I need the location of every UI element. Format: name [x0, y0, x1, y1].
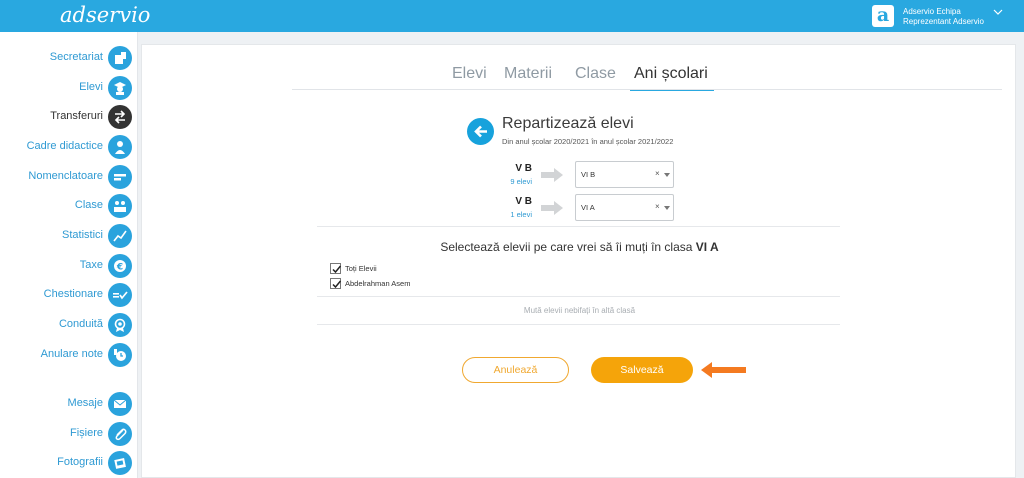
source-class-count: 9 elevi: [510, 177, 532, 186]
target-class-select[interactable]: VI A ×: [575, 194, 674, 221]
sidebar-item-label: Mesaje: [67, 397, 103, 409]
select-students-message: Selectează elevii pe care vrei să îi muț…: [142, 240, 1017, 254]
source-class-count: 1 elevi: [510, 210, 532, 219]
clear-icon[interactable]: ×: [655, 202, 660, 211]
top-bar: adservio a Adservio Echipa Reprezentant …: [0, 0, 1024, 32]
sidebar-item-label: Taxe: [79, 259, 103, 271]
page-title: Repartizează elevi: [502, 115, 634, 132]
nomenclature-icon: [108, 165, 132, 189]
conduct-icon: [108, 313, 132, 337]
sidebar-item-label: Fișiere: [69, 427, 103, 439]
caret-down-icon[interactable]: [664, 206, 670, 210]
arrow-right-icon: [541, 168, 563, 182]
svg-text:€: €: [116, 263, 123, 273]
target-class-select[interactable]: VI B ×: [575, 161, 674, 188]
arrow-left-icon: [474, 125, 487, 138]
section-divider: [317, 324, 840, 325]
sidebar: Secretariat Elevi Transferuri Cadre dida…: [0, 32, 138, 478]
select-value: VI B: [581, 170, 596, 179]
students-icon: [108, 76, 132, 100]
euro-icon: €: [108, 254, 132, 278]
section-divider: [317, 296, 840, 297]
sidebar-item-label: Chestionare: [43, 288, 103, 300]
checkbox[interactable]: [330, 263, 342, 274]
tab-materii[interactable]: Materii: [504, 65, 552, 91]
paperclip-icon: [108, 422, 132, 446]
tab-bar: Elevi Materii Clase Ani școlari: [142, 65, 1017, 91]
back-button[interactable]: [467, 118, 494, 145]
sidebar-item-statistici[interactable]: Statistici: [0, 223, 138, 249]
tab-elevi[interactable]: Elevi: [452, 65, 487, 91]
checkmark-icon: [332, 265, 342, 274]
sidebar-item-secretariat[interactable]: Secretariat: [0, 45, 138, 71]
select-students-text: Selectează elevii pe care vrei să îi muț…: [440, 240, 696, 254]
sidebar-item-clase[interactable]: Clase: [0, 193, 138, 219]
source-class-name: V B: [515, 196, 532, 207]
checkbox-label: Toți Elevii: [345, 264, 377, 273]
sidebar-item-label: Conduită: [58, 318, 103, 330]
sidebar-item-label: Nomenclatoare: [28, 170, 103, 182]
checkbox[interactable]: [330, 278, 342, 289]
survey-icon: [108, 283, 132, 307]
source-class-name: V B: [515, 163, 532, 174]
sidebar-item-nomenclatoare[interactable]: Nomenclatoare: [0, 164, 138, 190]
tab-clase[interactable]: Clase: [575, 65, 616, 91]
user-name: Adservio Echipa: [903, 7, 961, 16]
move-unchecked-link[interactable]: Mută elevii nebifați în altă clasă: [142, 306, 1017, 315]
clear-icon[interactable]: ×: [655, 169, 660, 178]
tab-ani-scolari[interactable]: Ani școlari: [630, 65, 714, 91]
sidebar-item-label: Cadre didactice: [26, 140, 103, 152]
tabs-divider: [292, 89, 1002, 90]
sidebar-item-label: Statistici: [62, 229, 103, 241]
user-menu[interactable]: Adservio Echipa Reprezentant Adservio: [903, 7, 984, 27]
sidebar-item-transferuri[interactable]: Transferuri: [0, 104, 138, 130]
sidebar-item-label: Secretariat: [49, 51, 103, 63]
teachers-icon: [108, 135, 132, 159]
main-panel: Elevi Materii Clase Ani școlari Repartiz…: [141, 44, 1016, 478]
sidebar-item-mesaje[interactable]: Mesaje: [0, 391, 138, 417]
select-value: VI A: [581, 203, 595, 212]
secretariat-icon: [108, 46, 132, 70]
statistics-icon: [108, 224, 132, 248]
checkmark-icon: [332, 280, 342, 289]
cancel-grades-icon: [108, 343, 132, 367]
sidebar-item-elevi[interactable]: Elevi: [0, 75, 138, 101]
classes-icon: [108, 194, 132, 218]
sidebar-item-taxe[interactable]: Taxe €: [0, 253, 138, 279]
sidebar-item-anulare-note[interactable]: Anulare note: [0, 342, 138, 368]
target-class-name: VI A: [695, 240, 719, 254]
sidebar-item-fisiere[interactable]: Fișiere: [0, 421, 138, 447]
sidebar-item-label: Transferuri: [50, 110, 103, 122]
save-button[interactable]: Salvează: [591, 357, 693, 383]
sidebar-item-chestionare[interactable]: Chestionare: [0, 282, 138, 308]
checkbox-label: Abdelrahman Asem: [345, 279, 411, 288]
user-role: Reprezentant Adservio: [903, 17, 984, 26]
page-subtitle: Din anul școlar 2020/2021 în anul școlar…: [502, 137, 674, 146]
sidebar-item-label: Fotografii: [57, 456, 103, 468]
sidebar-item-conduita[interactable]: Conduită: [0, 312, 138, 338]
sidebar-item-label: Anulare note: [40, 348, 103, 360]
sidebar-item-label: Clase: [74, 199, 103, 211]
arrow-left-annotation-icon: [701, 362, 746, 378]
cancel-button[interactable]: Anulează: [462, 357, 569, 383]
app-logo[interactable]: adservio: [60, 3, 150, 27]
transfer-icon: [108, 105, 132, 129]
photos-icon: [108, 451, 132, 475]
chevron-down-icon[interactable]: [993, 9, 1003, 15]
sidebar-item-cadre-didactice[interactable]: Cadre didactice: [0, 134, 138, 160]
arrow-right-icon: [541, 201, 563, 215]
sidebar-item-fotografii[interactable]: Fotografii: [0, 450, 138, 476]
mail-icon: [108, 392, 132, 416]
section-divider: [317, 226, 840, 227]
user-avatar[interactable]: a: [872, 5, 894, 27]
caret-down-icon[interactable]: [664, 173, 670, 177]
sidebar-item-label: Elevi: [79, 81, 103, 93]
